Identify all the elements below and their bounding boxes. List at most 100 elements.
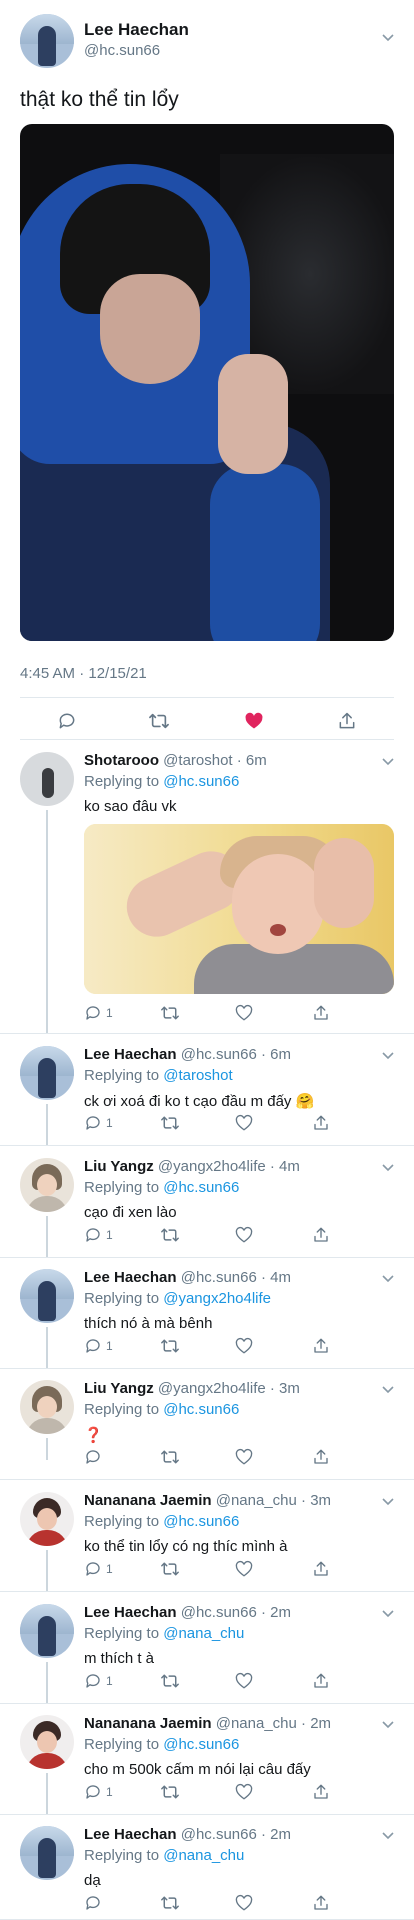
reply-author-name[interactable]: Lee Haechan [84,1604,177,1621]
avatar[interactable] [20,1046,74,1100]
reply-author-name[interactable]: Nananana Jaemin [84,1492,212,1509]
replying-to-handle[interactable]: @nana_chu [163,1847,244,1864]
retweet-button[interactable] [160,1560,180,1578]
avatar[interactable] [20,1380,74,1434]
like-button[interactable] [235,1226,253,1244]
chevron-down-icon[interactable] [382,1719,394,1731]
reply-tweet[interactable]: Lee Haechan @hc.sun66 · 4m Replying to @… [0,1259,414,1369]
reply-handle-time[interactable]: @hc.sun66 · 2m [181,1604,291,1621]
reply-author-name[interactable]: Nananana Jaemin [84,1715,212,1732]
retweet-button[interactable] [148,711,170,731]
like-button[interactable] [235,1783,253,1801]
tweet-photo[interactable] [20,124,394,641]
chevron-down-icon[interactable] [382,1384,394,1396]
chevron-down-icon[interactable] [382,1496,394,1508]
retweet-button[interactable] [160,1337,180,1355]
like-button[interactable] [244,711,264,731]
reply-button[interactable]: 1 [84,1337,113,1355]
reply-button[interactable]: 1 [84,1226,113,1244]
share-button[interactable] [312,1004,330,1022]
reply-button[interactable]: 1 [84,1114,113,1132]
like-button[interactable] [235,1337,253,1355]
reply-author-name[interactable]: Shotarooo [84,752,159,769]
reply-button[interactable]: 1 [84,1783,113,1801]
replying-to-handle[interactable]: @nana_chu [163,1625,244,1642]
reply-author-name[interactable]: Liu Yangz [84,1158,154,1175]
share-button[interactable] [312,1783,330,1801]
avatar[interactable] [20,1826,74,1880]
replying-to-handle[interactable]: @yangx2ho4life [163,1290,271,1307]
reply-tweet[interactable]: Lee Haechan @hc.sun66 · 6m Replying to @… [0,1036,414,1146]
reply-handle-time[interactable]: @nana_chu · 3m [216,1492,331,1509]
reply-tweet[interactable]: Lee Haechan @hc.sun66 · 2m Replying to @… [0,1594,414,1704]
reply-handle-time[interactable]: @yangx2ho4life · 3m [158,1380,300,1397]
tweet-timestamp[interactable]: 4:45 AM · 12/15/21 [20,665,147,682]
retweet-button[interactable] [160,1783,180,1801]
reply-tweet[interactable]: Nananana Jaemin @nana_chu · 2m Replying … [0,1705,414,1815]
retweet-button[interactable] [160,1114,180,1132]
reply-handle-time[interactable]: @hc.sun66 · 6m [181,1046,291,1063]
replying-to-handle[interactable]: @hc.sun66 [163,1401,239,1418]
replying-to-handle[interactable]: @hc.sun66 [163,773,239,790]
replying-to-handle[interactable]: @hc.sun66 [163,1736,239,1753]
replying-to-handle[interactable]: @taroshot [163,1067,232,1084]
chevron-down-icon[interactable] [382,1830,394,1842]
chevron-down-icon[interactable] [382,1162,394,1174]
reply-handle-time[interactable]: @hc.sun66 · 2m [181,1826,291,1843]
share-button[interactable] [312,1672,330,1690]
reply-author-name[interactable]: Liu Yangz [84,1380,154,1397]
retweet-button[interactable] [160,1226,180,1244]
share-button[interactable] [312,1226,330,1244]
avatar[interactable] [20,1158,74,1212]
share-button[interactable] [312,1448,330,1466]
author-name[interactable]: Lee Haechan [84,20,189,40]
like-button[interactable] [235,1894,253,1912]
reply-button[interactable] [84,1448,106,1466]
reply-author-name[interactable]: Lee Haechan [84,1269,177,1286]
retweet-button[interactable] [160,1672,180,1690]
share-button[interactable] [337,711,357,731]
reply-handle-time[interactable]: @yangx2ho4life · 4m [158,1158,300,1175]
like-button[interactable] [235,1448,253,1466]
retweet-button[interactable] [160,1004,180,1022]
reply-button[interactable]: 1 [84,1004,113,1022]
reply-tweet[interactable]: Lee Haechan @hc.sun66 · 2m Replying to @… [0,1816,414,1920]
avatar[interactable] [20,14,74,68]
like-button[interactable] [235,1114,253,1132]
reply-handle-time[interactable]: @nana_chu · 2m [216,1715,331,1732]
share-button[interactable] [312,1894,330,1912]
avatar[interactable] [20,1492,74,1546]
reply-tweet[interactable]: Liu Yangz @yangx2ho4life · 4m Replying t… [0,1148,414,1258]
replying-to-handle[interactable]: @hc.sun66 [163,1179,239,1196]
chevron-down-icon[interactable] [382,1050,394,1062]
reply-tweet[interactable]: Shotarooo @taroshot · 6m Replying to @hc… [0,742,414,1034]
reply-tweet[interactable]: Liu Yangz @yangx2ho4life · 3m Replying t… [0,1370,414,1480]
avatar[interactable] [20,752,74,806]
reply-author-name[interactable]: Lee Haechan [84,1046,177,1063]
reply-handle-time[interactable]: @taroshot · 6m [163,752,267,769]
chevron-down-icon[interactable] [382,1273,394,1285]
share-button[interactable] [312,1337,330,1355]
author-handle[interactable]: @hc.sun66 [84,42,160,59]
avatar[interactable] [20,1715,74,1769]
retweet-button[interactable] [160,1894,180,1912]
chevron-down-icon[interactable] [382,32,394,44]
reply-photo[interactable] [84,824,394,994]
chevron-down-icon[interactable] [382,1608,394,1620]
like-button[interactable] [235,1672,253,1690]
retweet-button[interactable] [160,1448,180,1466]
reply-button[interactable]: 1 [84,1560,113,1578]
avatar[interactable] [20,1269,74,1323]
reply-author-name[interactable]: Lee Haechan [84,1826,177,1843]
replying-to-handle[interactable]: @hc.sun66 [163,1513,239,1530]
reply-tweet[interactable]: Nananana Jaemin @nana_chu · 3m Replying … [0,1482,414,1592]
reply-button[interactable] [57,711,77,731]
share-button[interactable] [312,1560,330,1578]
share-button[interactable] [312,1114,330,1132]
chevron-down-icon[interactable] [382,756,394,768]
like-button[interactable] [235,1560,253,1578]
reply-handle-time[interactable]: @hc.sun66 · 4m [181,1269,291,1286]
like-button[interactable] [235,1004,253,1022]
avatar[interactable] [20,1604,74,1658]
reply-button[interactable] [84,1894,106,1912]
